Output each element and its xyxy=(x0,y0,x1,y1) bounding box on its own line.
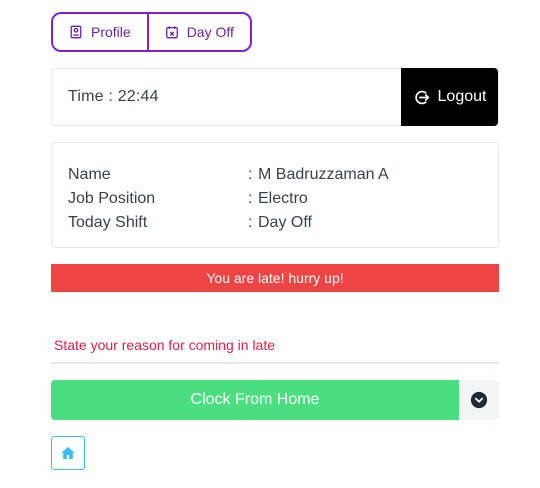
info-separator: : xyxy=(248,190,253,207)
info-row-job-position: Job Position : Electro xyxy=(68,187,482,211)
profile-icon xyxy=(70,25,82,39)
current-time: Time : 22:44 xyxy=(68,88,159,105)
chevron-down-circle-icon xyxy=(470,391,488,409)
late-alert: You are late! hurry up! xyxy=(51,264,499,292)
nav-tabs: Profile Day Off xyxy=(51,12,252,52)
info-key: Today Shift xyxy=(68,214,148,231)
logout-label: Logout xyxy=(437,88,487,105)
tab-profile-label: Profile xyxy=(91,24,131,40)
clock-from-home-button[interactable]: Clock From Home xyxy=(51,380,459,420)
reason-field xyxy=(51,328,499,364)
info-separator: : xyxy=(248,166,253,183)
calendar-x-icon xyxy=(165,26,178,39)
logout-button[interactable]: Logout xyxy=(401,68,498,126)
home-button[interactable] xyxy=(51,436,85,470)
info-value: M Badruzzaman A xyxy=(258,166,389,183)
tab-day-off[interactable]: Day Off xyxy=(146,14,250,50)
info-separator: : xyxy=(248,214,253,231)
employee-info-card: Name : M Badruzzaman A Job Position : El… xyxy=(51,142,499,248)
clock-options-toggle[interactable] xyxy=(459,380,499,420)
home-icon xyxy=(61,447,75,459)
info-key: Name xyxy=(68,166,111,183)
info-value: Electro xyxy=(258,190,308,207)
info-key: Job Position xyxy=(68,190,156,207)
tab-profile[interactable]: Profile xyxy=(53,14,147,50)
time-card: Time : 22:44 Logout xyxy=(51,68,499,126)
tab-day-off-label: Day Off xyxy=(186,24,234,40)
info-row-name: Name : M Badruzzaman A xyxy=(68,163,482,187)
info-row-today-shift: Today Shift : Day Off xyxy=(68,211,482,235)
reason-input[interactable] xyxy=(51,328,499,362)
logout-icon xyxy=(414,90,429,104)
info-value: Day Off xyxy=(258,214,312,231)
clock-action-group: Clock From Home xyxy=(51,380,499,420)
